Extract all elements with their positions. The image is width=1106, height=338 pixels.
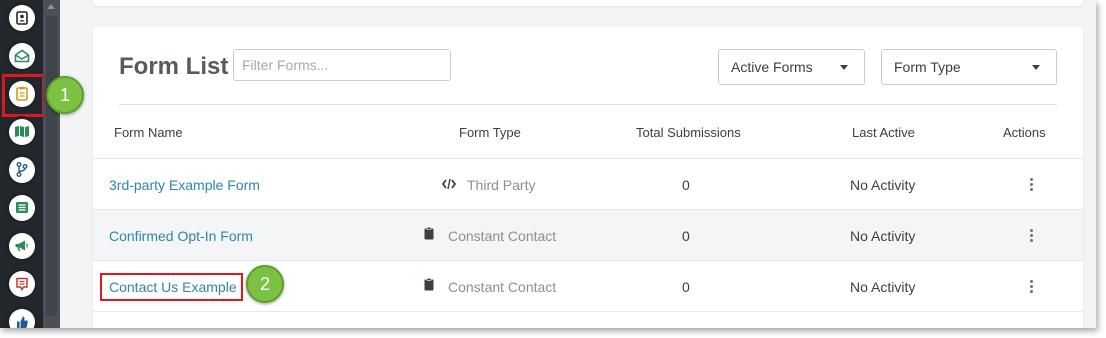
column-header-actions: Actions bbox=[1003, 125, 1046, 140]
submissions-count: 0 bbox=[682, 177, 690, 193]
row-actions-kebab-icon[interactable] bbox=[1030, 280, 1033, 295]
map-icon bbox=[8, 118, 35, 145]
form-type-value: Third Party bbox=[467, 177, 536, 193]
chat-bubble-icon bbox=[8, 270, 35, 297]
step-callout-1: 1 bbox=[46, 76, 84, 114]
submissions-count: 0 bbox=[682, 228, 690, 244]
app-window: Form List Active Forms Form Type Form Na… bbox=[0, 0, 1096, 328]
branch-icon bbox=[8, 156, 35, 183]
form-type-value: Constant Contact bbox=[448, 228, 557, 244]
table-row: Confirmed Opt-In Form Constant Contact 0… bbox=[93, 209, 1083, 261]
clipboard-icon bbox=[8, 80, 35, 107]
clipboard-icon bbox=[424, 278, 434, 294]
sidebar-item-surveys[interactable] bbox=[6, 268, 37, 299]
mail-open-icon bbox=[8, 42, 35, 69]
sidebar-scrollbar[interactable] bbox=[43, 0, 60, 328]
sidebar-item-maps[interactable] bbox=[6, 116, 37, 147]
step-callout-2: 2 bbox=[246, 265, 284, 303]
sidebar-item-forms[interactable] bbox=[2, 74, 45, 117]
clipboard-icon bbox=[424, 227, 434, 243]
form-name-link[interactable]: Confirmed Opt-In Form bbox=[109, 228, 253, 244]
divider bbox=[119, 104, 1057, 105]
sidebar-item-contacts[interactable] bbox=[6, 2, 37, 33]
chevron-down-icon bbox=[1032, 65, 1040, 70]
form-type-value: Constant Contact bbox=[448, 279, 557, 295]
page-title: Form List bbox=[119, 53, 229, 80]
active-forms-select[interactable]: Active Forms bbox=[718, 49, 865, 85]
submissions-count: 0 bbox=[682, 279, 690, 295]
table-row: 3rd-party Example Form Third Party 0 No … bbox=[93, 158, 1083, 210]
thumbs-up-icon bbox=[8, 308, 35, 328]
last-active-value: No Activity bbox=[850, 177, 916, 193]
list-icon bbox=[8, 194, 35, 221]
sidebar bbox=[0, 0, 45, 328]
sidebar-item-social[interactable] bbox=[6, 306, 37, 328]
code-icon bbox=[441, 177, 457, 193]
sidebar-item-automation[interactable] bbox=[6, 154, 37, 185]
sidebar-item-campaigns[interactable] bbox=[6, 40, 37, 71]
form-type-select-value: Form Type bbox=[894, 59, 961, 75]
column-header-form-name[interactable]: Form Name bbox=[114, 125, 183, 140]
previous-section-card bbox=[93, 0, 1083, 6]
megaphone-icon bbox=[8, 232, 35, 259]
active-forms-select-value: Active Forms bbox=[731, 59, 813, 75]
row-actions-kebab-icon[interactable] bbox=[1030, 178, 1033, 193]
column-header-total-submissions[interactable]: Total Submissions bbox=[636, 125, 741, 140]
last-active-value: No Activity bbox=[850, 279, 916, 295]
form-type-select[interactable]: Form Type bbox=[881, 49, 1057, 85]
scroll-up-arrow-icon[interactable] bbox=[47, 4, 55, 9]
highlight-box bbox=[100, 273, 243, 301]
contact-card-icon bbox=[8, 4, 35, 31]
sidebar-item-lists[interactable] bbox=[6, 192, 37, 223]
row-actions-kebab-icon[interactable] bbox=[1030, 229, 1033, 244]
filter-forms-input[interactable] bbox=[233, 49, 451, 81]
last-active-value: No Activity bbox=[850, 228, 916, 244]
column-header-last-active[interactable]: Last Active bbox=[852, 125, 915, 140]
form-name-link[interactable]: 3rd-party Example Form bbox=[109, 177, 260, 193]
column-header-form-type[interactable]: Form Type bbox=[459, 125, 521, 140]
sidebar-item-marketing[interactable] bbox=[6, 230, 37, 261]
chevron-down-icon bbox=[840, 65, 848, 70]
scrollbar-thumb[interactable] bbox=[46, 16, 57, 316]
table-row bbox=[93, 311, 1083, 328]
